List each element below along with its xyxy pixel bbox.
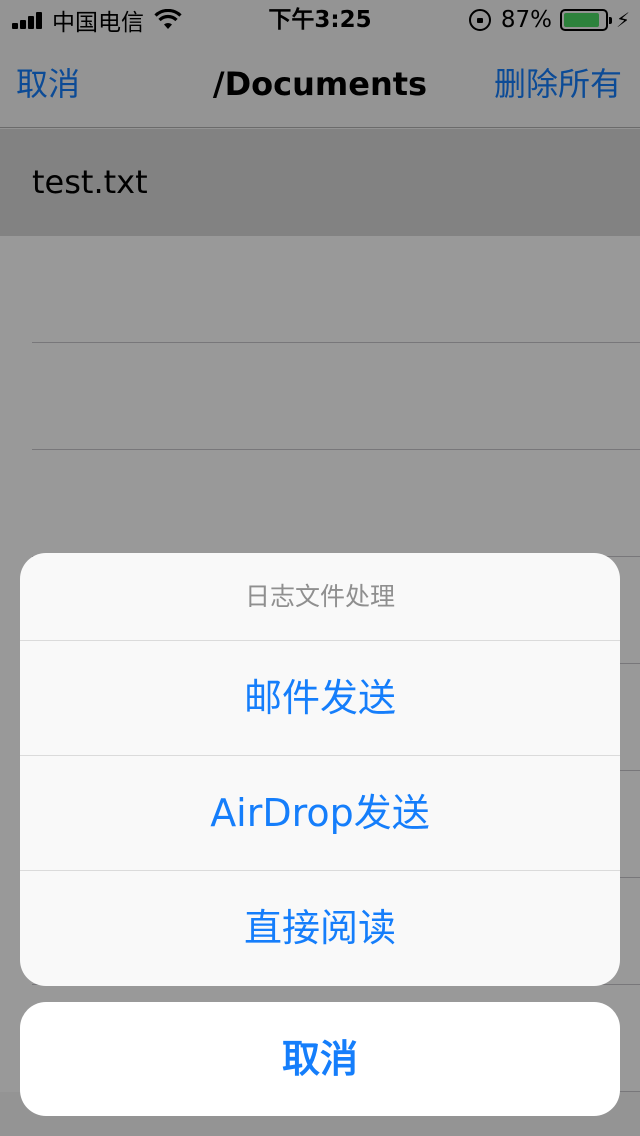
screen: 中国电信 下午3:25 87% ⚡ 取消 /Documents 删除所有 tes… (0, 0, 640, 1136)
airdrop-send-action[interactable]: AirDrop发送 (20, 756, 620, 871)
email-send-action[interactable]: 邮件发送 (20, 641, 620, 756)
action-sheet-title: 日志文件处理 (20, 553, 620, 641)
action-sheet: 日志文件处理 邮件发送 AirDrop发送 直接阅读 (20, 553, 620, 986)
read-directly-action[interactable]: 直接阅读 (20, 871, 620, 986)
action-sheet-cancel-button[interactable]: 取消 (20, 1002, 620, 1116)
